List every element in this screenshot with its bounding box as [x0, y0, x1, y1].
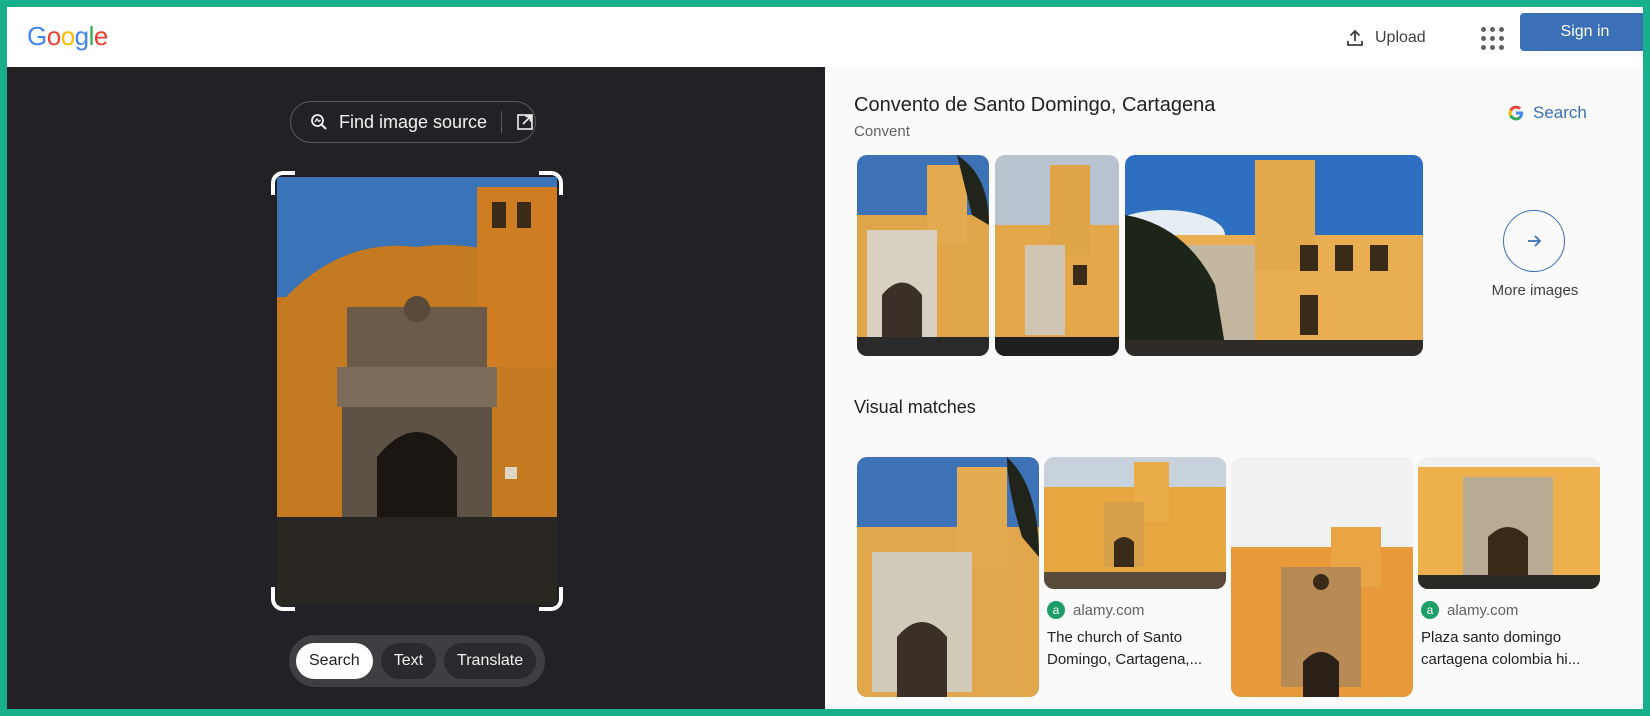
visual-match-card[interactable]: a alamy.com The church of Santo Domingo,… — [1044, 457, 1226, 671]
browser-frame: Google Upload Sign in Find image source — [7, 7, 1643, 709]
logo-letter: o — [60, 21, 75, 51]
entity-image[interactable] — [995, 155, 1119, 356]
visual-match-thumbnail — [857, 457, 1039, 697]
entity-image[interactable] — [1125, 155, 1423, 356]
sign-in-button[interactable]: Sign in — [1520, 13, 1643, 51]
apps-grid-icon[interactable] — [1475, 21, 1509, 55]
mode-search-chip[interactable]: Search — [296, 643, 373, 679]
visual-match-source[interactable]: a alamy.com — [1047, 601, 1226, 619]
site-favicon: a — [1047, 601, 1065, 619]
upload-label: Upload — [1375, 29, 1426, 46]
more-images-label[interactable]: More images — [1465, 282, 1605, 299]
google-search-link[interactable]: Search — [1507, 101, 1587, 125]
arrow-right-icon — [1525, 232, 1543, 250]
visual-match-thumbnail — [1044, 457, 1226, 589]
query-image — [277, 177, 557, 605]
more-images-button[interactable] — [1503, 210, 1565, 272]
visual-match-caption[interactable]: The church of Santo Domingo, Cartagena,.… — [1047, 627, 1226, 671]
lens-image-pane: Find image source Search Text Translate — [7, 67, 825, 709]
visual-match-card[interactable] — [857, 457, 1039, 697]
logo-letter: G — [27, 21, 47, 51]
top-header: Google Upload Sign in — [7, 7, 1643, 67]
lens-search-icon — [309, 112, 329, 132]
visual-match-thumbnail — [1418, 457, 1600, 589]
crop-selection[interactable] — [271, 171, 563, 611]
divider — [501, 111, 503, 133]
google-logo[interactable]: Google — [27, 21, 108, 52]
visual-matches-heading: Visual matches — [854, 397, 976, 417]
open-in-new-icon — [516, 113, 534, 131]
find-image-source-button[interactable]: Find image source — [290, 101, 536, 143]
logo-letter: e — [93, 21, 108, 51]
visual-match-caption[interactable]: Plaza santo domingo cartagena colombia h… — [1421, 627, 1600, 671]
visual-match-source[interactable]: a alamy.com — [1421, 601, 1600, 619]
source-domain: alamy.com — [1073, 601, 1145, 619]
lens-mode-switcher: Search Text Translate — [289, 635, 545, 687]
source-domain: alamy.com — [1447, 601, 1519, 619]
results-pane: Convento de Santo Domingo, Cartagena Con… — [825, 67, 1643, 709]
mode-translate-chip[interactable]: Translate — [444, 643, 537, 679]
mode-text-chip[interactable]: Text — [380, 643, 437, 679]
upload-button[interactable]: Upload — [1335, 19, 1436, 57]
entity-image[interactable] — [857, 155, 989, 356]
logo-letter: g — [74, 21, 89, 51]
entity-subtitle: Convent — [854, 123, 910, 140]
visual-match-card[interactable] — [1231, 457, 1413, 697]
search-link-label: Search — [1533, 103, 1587, 122]
visual-match-card[interactable]: a alamy.com Plaza santo domingo cartagen… — [1418, 457, 1600, 671]
upload-icon — [1345, 28, 1365, 48]
google-g-icon — [1507, 104, 1525, 122]
visual-match-thumbnail — [1231, 457, 1413, 697]
logo-letter: o — [46, 21, 61, 51]
find-source-label: Find image source — [339, 111, 488, 132]
site-favicon: a — [1421, 601, 1439, 619]
entity-title[interactable]: Convento de Santo Domingo, Cartagena — [854, 94, 1215, 117]
